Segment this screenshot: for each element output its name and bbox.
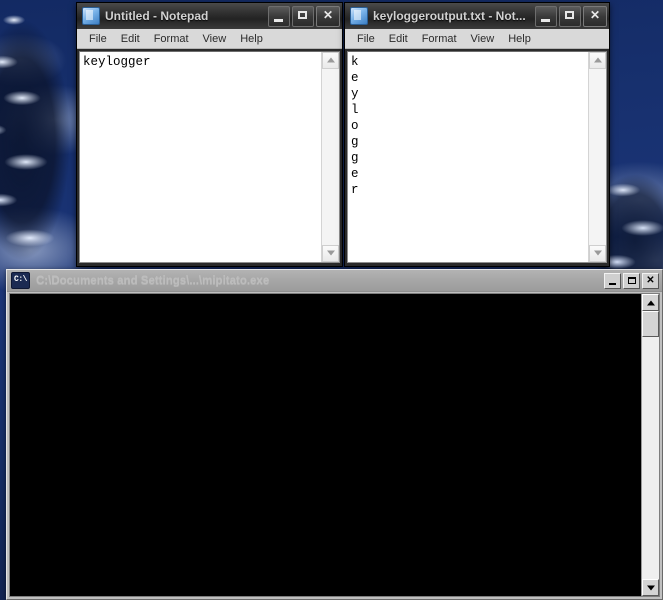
menu-help[interactable]: Help — [233, 32, 270, 46]
notepad2-vertical-scrollbar[interactable] — [588, 52, 606, 262]
scroll-up-icon[interactable] — [322, 52, 339, 69]
scroll-up-icon[interactable] — [642, 294, 659, 311]
notepad1-titlebar[interactable]: Untitled - Notepad ✕ — [77, 3, 342, 29]
scroll-down-icon[interactable] — [642, 579, 659, 596]
command-prompt-window[interactable]: C:\ C:\Documents and Settings\...\mipita… — [6, 269, 663, 600]
notepad-window-keyloggeroutput[interactable]: keyloggeroutput.txt - Not... ✕ File Edit… — [344, 2, 610, 267]
minimize-button[interactable] — [604, 272, 621, 289]
minimize-icon — [274, 18, 283, 22]
minimize-icon — [609, 282, 616, 285]
notepad2-window-controls[interactable]: ✕ — [535, 5, 607, 27]
scroll-down-icon[interactable] — [322, 245, 339, 262]
notepad2-menubar[interactable]: File Edit Format View Help — [345, 29, 609, 49]
cmd-scrollbar-track[interactable] — [642, 311, 659, 579]
menu-edit[interactable]: Edit — [114, 32, 147, 46]
minimize-icon — [541, 18, 550, 22]
maximize-icon — [565, 10, 574, 19]
close-button[interactable]: ✕ — [642, 272, 659, 289]
menu-format[interactable]: Format — [415, 32, 464, 46]
menu-help[interactable]: Help — [501, 32, 538, 46]
notepad-icon — [350, 7, 368, 25]
notepad2-title: keyloggeroutput.txt - Not... — [373, 9, 526, 23]
minimize-button[interactable] — [268, 5, 290, 27]
cmd-title: C:\Documents and Settings\...\mipitato.e… — [36, 274, 270, 287]
close-icon: ✕ — [322, 7, 334, 22]
cmd-vertical-scrollbar[interactable] — [641, 294, 659, 596]
notepad1-text-area[interactable]: keylogger — [80, 52, 321, 262]
cmd-client-area[interactable] — [9, 293, 660, 597]
cmd-console-output[interactable] — [10, 294, 641, 596]
desktop[interactable]: Untitled - Notepad ✕ File Edit Format Vi… — [0, 0, 663, 600]
menu-view[interactable]: View — [196, 32, 234, 46]
close-icon: ✕ — [589, 7, 601, 22]
maximize-button[interactable] — [559, 5, 581, 27]
scroll-up-icon[interactable] — [589, 52, 606, 69]
cmd-window-controls[interactable]: ✕ — [604, 272, 659, 289]
notepad1-vertical-scrollbar[interactable] — [321, 52, 339, 262]
cmd-titlebar[interactable]: C:\ C:\Documents and Settings\...\mipita… — [7, 270, 662, 292]
notepad1-window-controls[interactable]: ✕ — [268, 5, 340, 27]
maximize-icon — [628, 276, 636, 284]
notepad2-text-area[interactable]: k e y l o g g e r — [348, 52, 588, 262]
cmd-scrollbar-thumb[interactable] — [642, 311, 659, 337]
menu-edit[interactable]: Edit — [382, 32, 415, 46]
notepad1-menubar[interactable]: File Edit Format View Help — [77, 29, 342, 49]
cmd-icon: C:\ — [11, 272, 30, 289]
notepad-window-untitled[interactable]: Untitled - Notepad ✕ File Edit Format Vi… — [76, 2, 343, 267]
notepad1-title: Untitled - Notepad — [105, 9, 209, 23]
menu-view[interactable]: View — [464, 32, 502, 46]
close-icon: ✕ — [646, 274, 655, 286]
maximize-button[interactable] — [292, 5, 314, 27]
maximize-button[interactable] — [623, 272, 640, 289]
notepad-icon — [82, 7, 100, 25]
cmd-icon-glyph: C:\ — [14, 275, 27, 284]
notepad2-titlebar[interactable]: keyloggeroutput.txt - Not... ✕ — [345, 3, 609, 29]
notepad1-text-area-container[interactable]: keylogger — [79, 51, 340, 263]
menu-format[interactable]: Format — [147, 32, 196, 46]
minimize-button[interactable] — [535, 5, 557, 27]
close-button[interactable]: ✕ — [316, 5, 340, 27]
notepad2-text-area-container[interactable]: k e y l o g g e r — [347, 51, 607, 263]
menu-file[interactable]: File — [82, 32, 114, 46]
menu-file[interactable]: File — [350, 32, 382, 46]
scroll-down-icon[interactable] — [589, 245, 606, 262]
maximize-icon — [298, 10, 307, 19]
close-button[interactable]: ✕ — [583, 5, 607, 27]
